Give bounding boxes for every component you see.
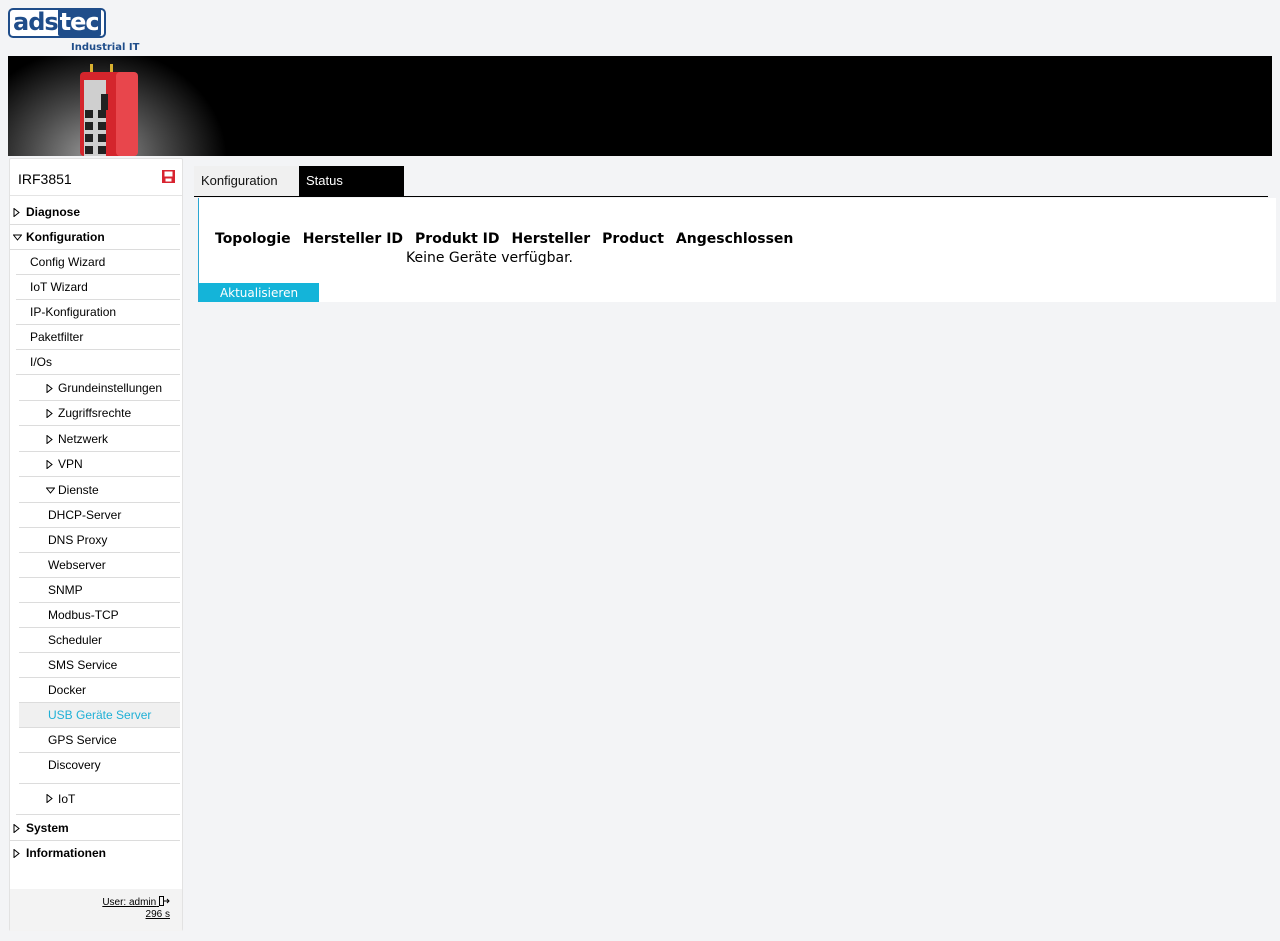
- sidebar-item-snmp[interactable]: SNMP: [19, 578, 180, 603]
- triangle-right-icon: [13, 849, 20, 858]
- column-header-hersteller: Hersteller: [511, 231, 591, 247]
- usb-devices-panel: Topologie Hersteller ID Produkt ID Herst…: [198, 198, 1276, 302]
- adstec-logo: adstec Industrial IT: [8, 8, 148, 54]
- triangle-right-icon: [13, 824, 20, 833]
- column-header-angeschlossen: Angeschlossen: [675, 231, 794, 247]
- usb-devices-table: Topologie Hersteller ID Produkt ID Herst…: [209, 229, 799, 267]
- router-device-image: [80, 64, 138, 156]
- sidebar-item-ios[interactable]: I/Os: [16, 350, 180, 375]
- triangle-right-icon: [46, 409, 53, 418]
- triangle-right-icon: [46, 435, 53, 444]
- tab-divider: [194, 196, 1268, 197]
- triangle-down-icon: [46, 487, 55, 494]
- user-logout-link[interactable]: User: admin: [102, 896, 170, 908]
- sidebar-item-gps-service[interactable]: GPS Service: [19, 728, 180, 753]
- sidebar-item-paketfilter[interactable]: Paketfilter: [16, 325, 180, 350]
- column-header-produkt-id: Produkt ID: [415, 231, 500, 247]
- save-icon[interactable]: [161, 169, 176, 184]
- sidebar-item-informationen[interactable]: Informationen: [10, 841, 180, 866]
- device-name: IRF3851: [18, 171, 72, 187]
- logout-icon[interactable]: [159, 896, 170, 906]
- sidebar-item-diagnose[interactable]: Diagnose: [10, 200, 180, 225]
- column-header-product: Product: [602, 231, 664, 247]
- tab-konfiguration[interactable]: Konfiguration: [194, 166, 299, 196]
- column-header-hersteller-id: Hersteller ID: [302, 231, 404, 247]
- sidebar-navigation: IRF3851 Diagnose Konfiguration Config Wi…: [9, 158, 183, 931]
- sidebar-footer: User: admin 296 s: [10, 889, 182, 931]
- tab-status[interactable]: Status: [299, 166, 404, 196]
- sidebar-item-iot-wizard[interactable]: IoT Wizard: [16, 275, 180, 300]
- refresh-button[interactable]: Aktualisieren: [199, 283, 319, 302]
- triangle-right-icon: [46, 384, 53, 393]
- sidebar-item-ip-konfiguration[interactable]: IP-Konfiguration: [16, 300, 180, 325]
- triangle-right-icon: [46, 460, 53, 469]
- sidebar-item-dhcp-server[interactable]: DHCP-Server: [19, 503, 180, 528]
- sidebar-item-config-wizard[interactable]: Config Wizard: [16, 250, 180, 275]
- sidebar-item-webserver[interactable]: Webserver: [19, 553, 180, 578]
- sidebar-item-system[interactable]: System: [10, 816, 180, 841]
- sidebar-item-dienste[interactable]: Dienste: [19, 478, 180, 503]
- sidebar-item-scheduler[interactable]: Scheduler: [19, 628, 180, 653]
- logo-mark: adstec: [8, 8, 106, 38]
- sidebar-item-usb-geraete-server[interactable]: USB Geräte Server: [19, 703, 180, 728]
- sidebar-item-netzwerk[interactable]: Netzwerk: [19, 427, 180, 452]
- sidebar-item-konfiguration[interactable]: Konfiguration: [10, 225, 180, 250]
- triangle-right-icon: [13, 208, 20, 217]
- triangle-right-icon: [46, 794, 53, 803]
- sidebar-item-modbus-tcp[interactable]: Modbus-TCP: [19, 603, 180, 628]
- sidebar-header: IRF3851: [10, 159, 182, 196]
- sidebar-item-iot[interactable]: IoT: [16, 784, 180, 815]
- sidebar-item-sms-service[interactable]: SMS Service: [19, 653, 180, 678]
- logo-subtitle: Industrial IT: [71, 42, 140, 53]
- sidebar-item-docker[interactable]: Docker: [19, 678, 180, 703]
- triangle-down-icon: [13, 234, 22, 241]
- sidebar-item-vpn[interactable]: VPN: [19, 452, 180, 477]
- session-timer: 296 s: [145, 909, 170, 920]
- sidebar-item-zugriffsrechte[interactable]: Zugriffsrechte: [19, 401, 180, 426]
- sidebar-item-discovery[interactable]: Discovery: [19, 753, 180, 784]
- column-header-topologie: Topologie: [215, 231, 291, 247]
- sidebar-item-grundeinstellungen[interactable]: Grundeinstellungen: [19, 376, 180, 401]
- empty-table-message: Keine Geräte verfügbar.: [406, 250, 574, 266]
- sidebar-item-dns-proxy[interactable]: DNS Proxy: [19, 528, 180, 553]
- header-banner: [8, 56, 1272, 156]
